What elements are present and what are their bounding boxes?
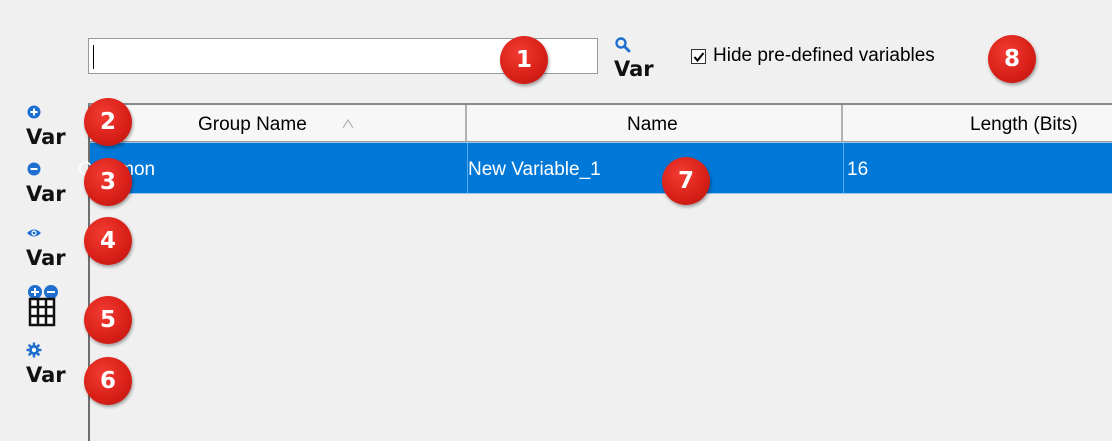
- hide-predefined-label: Hide pre-defined variables: [713, 45, 935, 66]
- eye-icon: [27, 229, 41, 237]
- cell-length-bits: 16: [847, 159, 869, 180]
- view-variable-button[interactable]: Var: [26, 225, 76, 269]
- add-remove-table-button[interactable]: [26, 283, 76, 327]
- callout-badge: 5: [84, 296, 132, 344]
- add-variable-button[interactable]: Var: [26, 104, 76, 148]
- variable-settings-label: Var: [26, 363, 66, 387]
- cell-name: New Variable_1: [468, 159, 601, 180]
- callout-badge: 3: [84, 158, 132, 206]
- remove-variable-button[interactable]: Var: [26, 161, 76, 205]
- sort-ascending-icon: [342, 119, 354, 129]
- column-header-length-label: Length (Bits): [970, 114, 1078, 135]
- view-variable-label: Var: [26, 246, 66, 270]
- remove-variable-label: Var: [26, 182, 66, 206]
- column-header-length-bits[interactable]: Length (Bits): [843, 105, 1112, 142]
- column-header-name[interactable]: Name: [467, 105, 843, 142]
- add-variable-label: Var: [26, 125, 66, 149]
- table-add-remove-icon: [28, 285, 58, 327]
- callout-badge: 8: [988, 35, 1036, 83]
- callout-badge: 4: [84, 217, 132, 265]
- column-header-group-name-label: Group Name: [198, 114, 307, 135]
- variable-settings-button[interactable]: Var: [26, 342, 76, 386]
- column-header-name-label: Name: [627, 114, 678, 135]
- cell-divider: [843, 143, 844, 193]
- plus-circle-icon: [27, 105, 41, 119]
- callout-badge: 7: [662, 157, 710, 205]
- search-variable-button[interactable]: Var: [614, 36, 664, 80]
- gear-icon: [26, 342, 42, 358]
- minus-circle-icon: [27, 162, 41, 176]
- callout-badge: 1: [500, 36, 548, 84]
- callout-badge: 6: [84, 357, 132, 405]
- search-icon: [615, 37, 631, 53]
- checkmark-icon: [693, 52, 705, 63]
- callout-badge: 2: [84, 98, 132, 146]
- table-row[interactable]: Common New Variable_1 16: [78, 142, 1112, 194]
- search-button-label: Var: [614, 57, 654, 81]
- text-caret: [93, 45, 94, 69]
- column-header-group-name[interactable]: Group Name: [90, 105, 467, 142]
- hide-predefined-checkbox[interactable]: [691, 49, 706, 64]
